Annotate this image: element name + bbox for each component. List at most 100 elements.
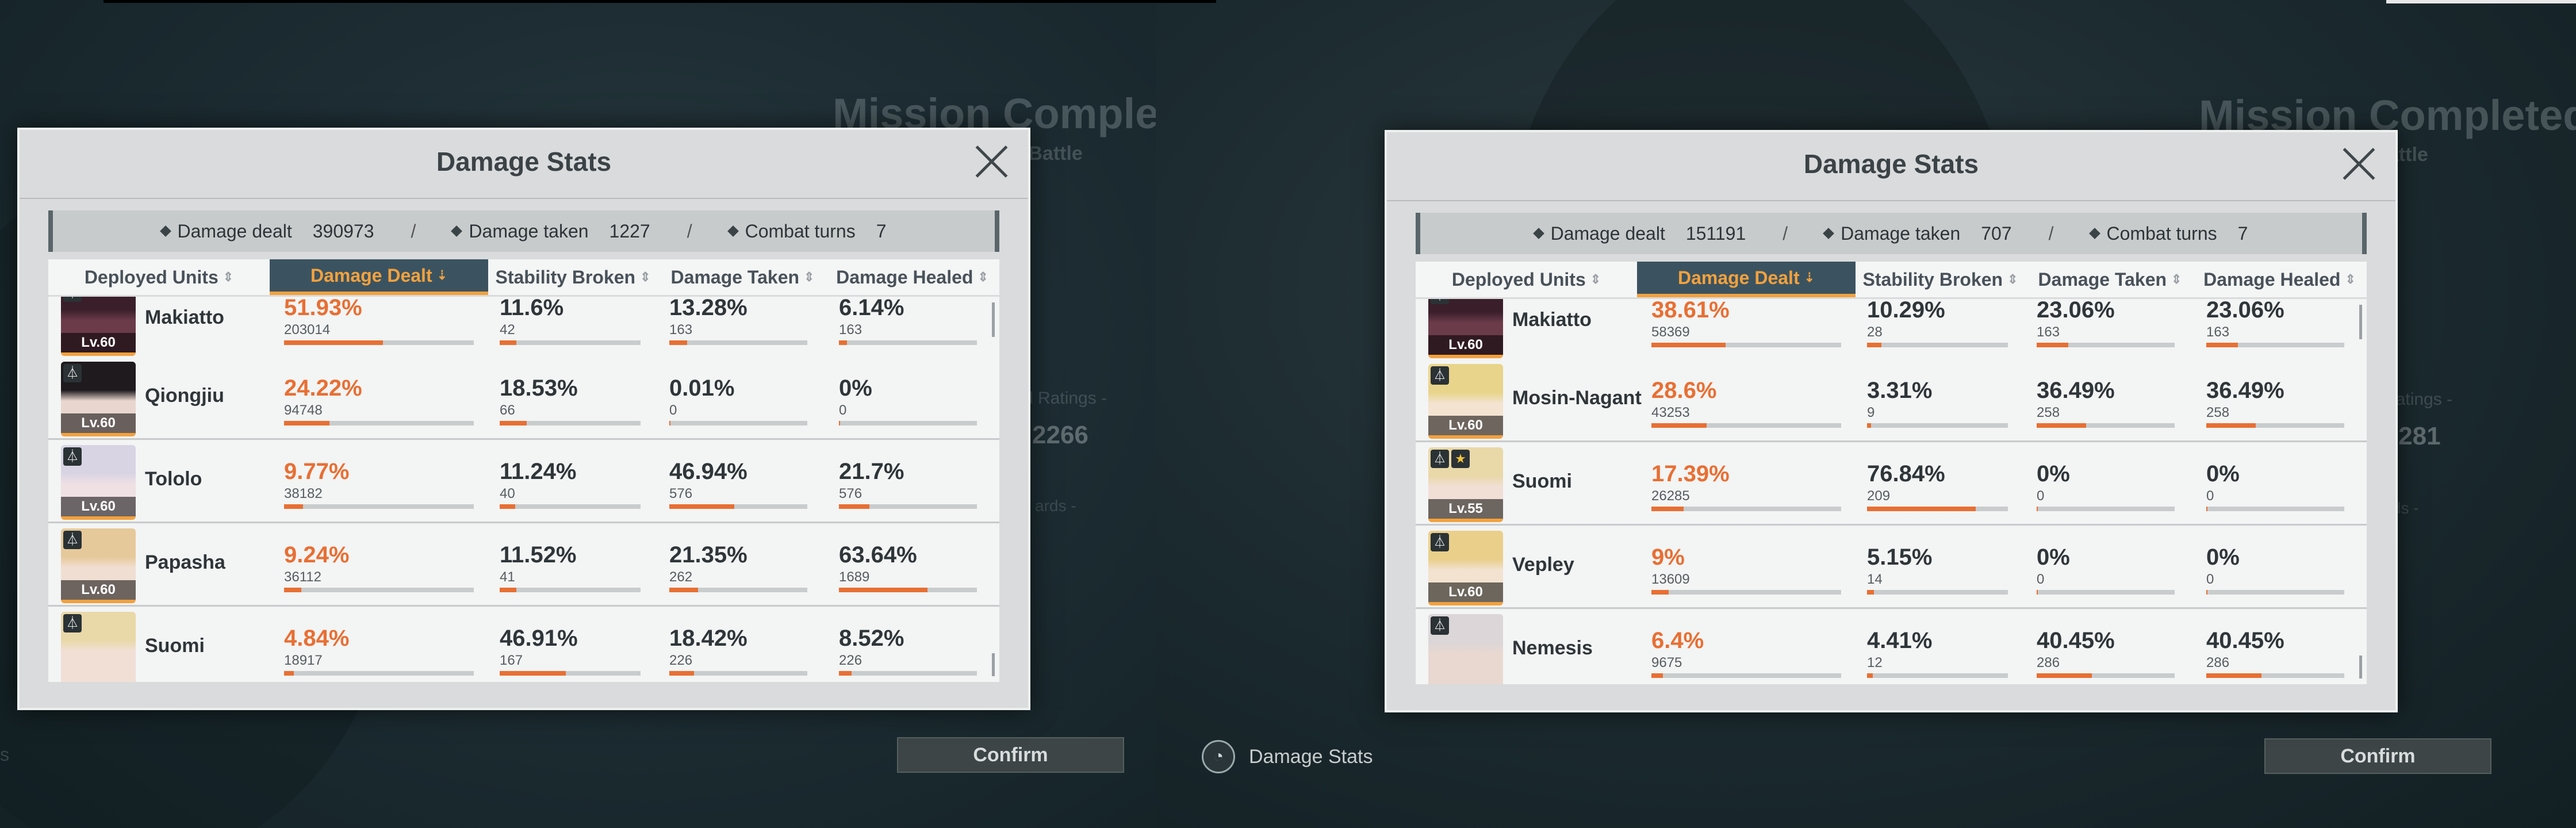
stat-bar [669,504,807,509]
unit-name: Tololo [145,468,202,490]
damage-stats-shortcut-label: Damage Stats [1249,745,1373,768]
stat-value: 0 [2206,488,2214,504]
column-label: Stability Broken [1862,269,2003,290]
stat-bar-fill [284,421,330,425]
column-header-damage-dealt[interactable]: Damage Dealt ⇣ [1637,262,1856,297]
stat-cell-taken: 18.42% 226 [669,626,807,676]
unit-list[interactable]: ⏃Lv.60Makiatto38.61%5836910.29%2823.06%1… [1416,299,2367,684]
column-header-damage-dealt[interactable]: Damage Dealt ⇣ [270,259,488,295]
scrollbar-bottom[interactable] [2359,656,2362,678]
scrollbar-top[interactable] [992,302,995,337]
scrollbar-top[interactable] [2359,305,2362,339]
stat-bar [500,588,641,592]
sort-icon[interactable]: ⇕ [223,270,233,285]
stat-bar-fill [500,504,515,509]
stat-cell-healed: 21.7% 576 [839,459,977,509]
support-icon: ★ [1451,450,1470,468]
confirm-button[interactable]: Confirm [897,737,1124,773]
stat-value: 258 [2206,405,2230,420]
column-header-damage-taken[interactable]: Damage Taken ⇕ [658,259,827,295]
unit-row[interactable]: ⏃ Lv.60 Papasha 9.24% 36112 11.52% 41 21.35% 262… [48,524,999,607]
summary-bar: Damage dealt 390973 / Damage taken 1227 … [48,210,999,252]
class-icon: ⏃ [1431,366,1449,385]
unit-list[interactable]: ⏃Lv.60Makiatto51.93%20301411.6%4213.28%1… [48,297,999,682]
rewards-label-bg: ards - [1035,497,1076,515]
stat-bar [1651,343,1841,347]
top-edge-white [2386,0,2576,3]
unit-name: Nemesis [1512,637,1593,659]
unit-row[interactable]: ⏃ Lv.60 Qiongjiu 24.22% 94748 18.53% 66 0.01% 0 0… [48,357,999,440]
stat-cell-healed: 40.45% 286 [2206,628,2344,678]
sort-icon[interactable]: ⇣ [437,268,447,283]
column-header-stability-broken[interactable]: Stability Broken ⇕ [1856,262,2025,297]
sort-icon[interactable]: ⇣ [1804,270,1815,285]
stat-bar [284,588,474,592]
stat-percent: 8.52% [839,626,904,651]
stat-cell-stab: 11.24% 40 [500,459,641,509]
stat-percent: 0% [839,375,872,401]
stat-cell-stab: 4.41% 12 [1867,628,2008,678]
stat-bar-fill [2206,507,2208,511]
stat-percent: 3.31% [1867,378,1933,403]
sort-icon[interactable]: ⇕ [2007,272,2018,287]
stat-bar-fill [1651,423,1707,428]
stat-cell-stab: 76.84% 209 [1867,461,2008,511]
confirm-button[interactable]: Confirm [2264,738,2491,774]
unit-level: Lv.60 [1428,582,1503,602]
scrollbar-bottom[interactable] [992,653,995,676]
summary-damage-taken: Damage taken 707 [1823,223,2012,244]
stat-bar [669,340,807,345]
unit-row[interactable]: ⏃ Lv.60 Vepley 9% 13609 5.15% 14 0% 0 0% 0 [1416,526,2367,609]
score-bg: 2266 [1032,421,1088,449]
stat-bar [2037,673,2175,678]
stat-cell-dealt: 9% 13609 [1651,545,1841,595]
stat-value: 0 [2206,572,2214,587]
sort-icon[interactable]: ⇕ [977,270,988,285]
unit-row[interactable]: ⏃Lv.60Makiatto51.93%20301411.6%4213.28%1… [48,297,999,359]
close-icon[interactable] [973,143,1011,181]
column-header-damage-healed[interactable]: Damage Healed ⇕ [827,259,997,295]
stat-value: 66 [500,402,515,418]
stat-bar [500,504,641,509]
unit-row[interactable]: ⏃ ★ Lv.55 Suomi 17.39% 26285 76.84% 209 0% 0 0% 0 [1416,443,2367,526]
column-header-damage-healed[interactable]: Damage Healed ⇕ [2195,262,2364,297]
stat-bar-fill [2206,343,2238,347]
stat-cell-dealt: 6.4% 9675 [1651,628,1841,678]
close-icon[interactable] [2340,145,2378,183]
stat-cell-dealt: 9.24% 36112 [284,542,474,592]
unit-row[interactable]: ⏃ Lv.60 Tololo 9.77% 38182 11.24% 40 46.94% 576 2… [48,440,999,523]
stat-percent: 4.41% [1867,628,1933,653]
unit-row[interactable]: ⏃ Lv.60 Mosin-Nagant 28.6% 43253 3.31% 9 36.49%… [1416,359,2367,442]
stat-percent: 11.52% [500,542,577,568]
sort-icon[interactable]: ⇕ [1590,272,1601,287]
class-icon: ⏃ [1431,533,1449,551]
unit-level: Lv.60 [61,497,136,516]
column-header-damage-taken[interactable]: Damage Taken ⇕ [2025,262,2195,297]
stat-cell-taken: 46.94% 576 [669,459,807,509]
stat-percent: 23.06% [2037,299,2115,323]
sort-icon[interactable]: ⇕ [2345,272,2355,287]
sort-icon[interactable]: ⇕ [804,270,814,285]
summary-damage-dealt: Damage dealt 151191 [1532,223,1746,244]
diamond-icon [451,225,463,237]
stat-bar [2037,423,2175,428]
column-label: Damage Healed [2203,269,2341,290]
column-header-stability-broken[interactable]: Stability Broken ⇕ [488,259,658,295]
unit-row[interactable]: ⏃ Suomi 4.84% 18917 46.91% 167 18.42% 226 8.52% 2… [48,607,999,682]
damage-stats-shortcut[interactable]: ◔ Damage Stats [1202,740,1373,773]
stat-bar-fill [500,340,517,345]
stat-value: 43253 [1651,405,1690,420]
sort-icon[interactable]: ⇕ [640,270,650,285]
stat-percent: 76.84% [1867,461,1945,486]
sort-icon[interactable]: ⇕ [2171,272,2182,287]
stat-bar-fill [669,671,695,676]
unit-row[interactable]: ⏃Lv.60Makiatto38.61%5836910.29%2823.06%1… [1416,299,2367,362]
column-header-deployed-units[interactable]: Deployed Units ⇕ [48,259,270,295]
stat-bar [1867,423,2008,428]
stat-bar [1867,673,2008,678]
class-icon: ⏃ [63,531,82,549]
stat-cell-healed: 8.52% 226 [839,626,977,676]
unit-portrait: ⏃ Lv.60 [1428,531,1503,605]
column-header-deployed-units[interactable]: Deployed Units ⇕ [1416,262,1637,297]
unit-row[interactable]: ⏃ Nemesis 6.4% 9675 4.41% 12 40.45% 286 40.45% 28… [1416,610,2367,684]
